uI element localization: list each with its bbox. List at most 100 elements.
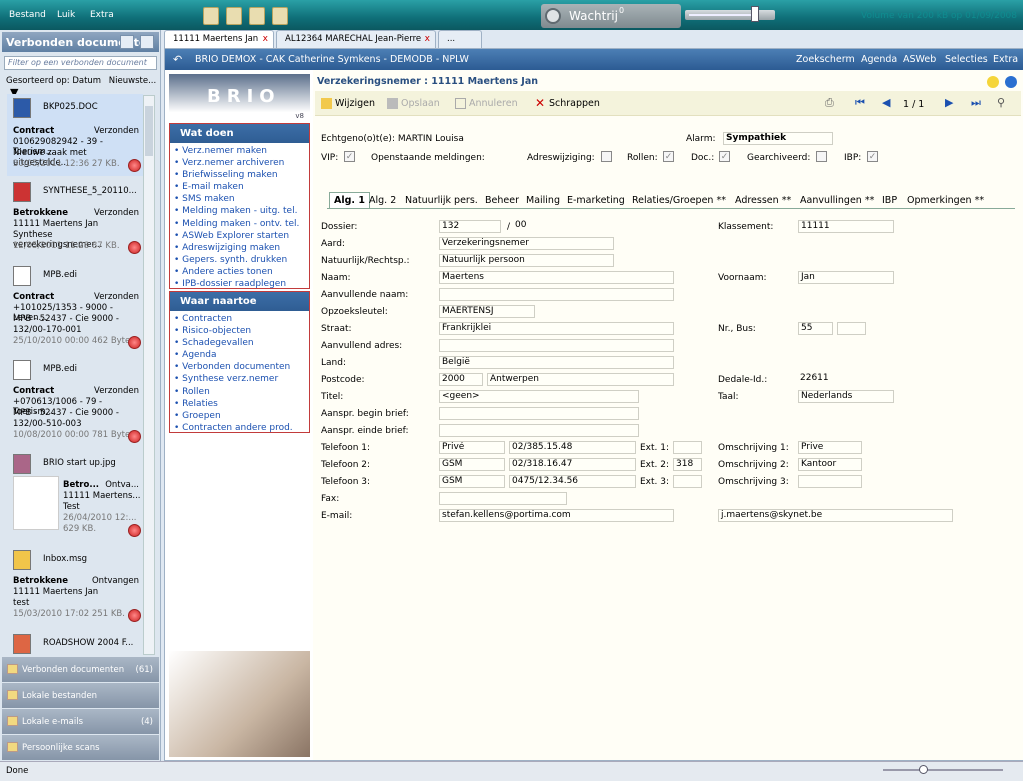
delete-button[interactable]: ✕ Schrappen: [535, 97, 600, 109]
dossier-suffix-field[interactable]: 00: [513, 220, 553, 233]
desc2-field[interactable]: Kantoor: [798, 458, 862, 471]
dedale-field[interactable]: 22611: [798, 373, 868, 386]
phone3-field[interactable]: 0475/12.34.56: [509, 475, 636, 488]
menu-luik[interactable]: Luik: [57, 10, 75, 20]
roles-checkbox[interactable]: ✓: [663, 151, 674, 162]
delete-icon[interactable]: [128, 159, 141, 172]
tab-alg1[interactable]: Alg. 1: [329, 192, 370, 208]
link-selecties[interactable]: Selecties: [945, 54, 988, 65]
action-link[interactable]: • IPB-dossier raadplegen: [174, 278, 305, 290]
vip-checkbox[interactable]: ✓: [344, 151, 355, 162]
name-field[interactable]: Maertens: [439, 271, 674, 284]
document-item[interactable]: SYNTHESE_5_20110... Betrokkene Verzonden…: [7, 178, 143, 258]
action-link[interactable]: • Gepers. synth. drukken: [174, 254, 305, 266]
options-icon[interactable]: [120, 35, 134, 49]
address-change-checkbox[interactable]: [601, 151, 612, 162]
search-icon[interactable]: ⚲: [997, 96, 1005, 109]
slider-knob[interactable]: [751, 6, 759, 22]
city-field[interactable]: Antwerpen: [487, 373, 674, 386]
search-key-field[interactable]: MAERTENSJ: [439, 305, 535, 318]
document-item[interactable]: MPB.edi Contract Verzonden +070613/1006 …: [7, 356, 143, 446]
nav-link[interactable]: • Synthese verz.nemer: [174, 373, 305, 385]
phone3-type-field[interactable]: GSM: [439, 475, 505, 488]
dossier-field[interactable]: 132: [439, 220, 501, 233]
help-icon[interactable]: [1005, 76, 1017, 88]
email-field[interactable]: stefan.kellens@portima.com: [439, 509, 674, 522]
phone2-field[interactable]: 02/318.16.47: [509, 458, 636, 471]
action-link[interactable]: • Adreswijziging maken: [174, 242, 305, 254]
tab-adressen[interactable]: Adressen **: [735, 195, 791, 206]
delete-icon[interactable]: [128, 336, 141, 349]
sort-direction[interactable]: Nieuwste...: [109, 76, 156, 86]
salutation-end-field[interactable]: [439, 424, 639, 437]
document-item[interactable]: BRIO start up.jpg Betro... Ontva... 1111…: [7, 450, 143, 542]
link-extra[interactable]: Extra: [993, 54, 1018, 65]
action-link[interactable]: • Verz.nemer archiveren: [174, 157, 305, 169]
tab-marechal[interactable]: AL12364 MARECHAL Jean-Pierre x: [276, 30, 436, 48]
action-link[interactable]: • Melding maken - ontv. tel.: [174, 218, 305, 230]
tab-aanvullingen[interactable]: Aanvullingen **: [800, 195, 874, 206]
house-number-field[interactable]: 55: [798, 322, 833, 335]
box-field[interactable]: [837, 322, 866, 335]
document-list-scrollbar[interactable]: [143, 95, 155, 655]
tab-more[interactable]: ...: [438, 30, 482, 48]
queue-button[interactable]: Wachtrij 0: [541, 4, 681, 28]
tab-relaties[interactable]: Relaties/Groepen **: [632, 195, 726, 206]
phone1-field[interactable]: 02/385.15.48: [509, 441, 636, 454]
fax-field[interactable]: [439, 492, 567, 505]
tab-alg2[interactable]: Alg. 2: [369, 195, 396, 206]
action-link[interactable]: • Melding maken - uitg. tel.: [174, 205, 305, 217]
first-page-icon[interactable]: ⏮: [855, 96, 865, 110]
person-type-field[interactable]: Natuurlijk persoon: [439, 254, 614, 267]
phone2-type-field[interactable]: GSM: [439, 458, 505, 471]
archived-checkbox[interactable]: [816, 151, 827, 162]
scan-icon[interactable]: [249, 7, 265, 25]
prev-page-icon[interactable]: ◀: [882, 96, 890, 109]
action-link[interactable]: • SMS maken: [174, 193, 305, 205]
nav-local-emails[interactable]: Lokale e-mails (4): [2, 709, 159, 734]
tab-maertens[interactable]: 11111 Maertens Jan x: [164, 30, 274, 48]
ext2-field[interactable]: 318: [673, 458, 702, 471]
document-item[interactable]: Inbox.msg Betrokkene Ontvangen 11111 Mae…: [7, 546, 143, 628]
delete-icon[interactable]: [128, 524, 141, 537]
classification-field[interactable]: 11111: [798, 220, 894, 233]
link-zoekscherm[interactable]: Zoekscherm: [796, 54, 855, 65]
ibp-checkbox[interactable]: ✓: [867, 151, 878, 162]
postcode-field[interactable]: 2000: [439, 373, 483, 386]
alarm-field[interactable]: Sympathiek: [723, 132, 833, 145]
nav-link[interactable]: • Schadegevallen: [174, 337, 305, 349]
title-field[interactable]: <geen>: [439, 390, 639, 403]
document-filter-input[interactable]: Filter op een verbonden document: [4, 56, 157, 70]
action-link[interactable]: • ASWeb Explorer starten: [174, 230, 305, 242]
nav-link[interactable]: • Verbonden documenten: [174, 361, 305, 373]
document-item[interactable]: MPB.edi Contract Verzonden +101025/1353 …: [7, 262, 143, 352]
nav-personal-scans[interactable]: Persoonlijke scans: [2, 735, 159, 760]
nav-link[interactable]: • Rollen: [174, 386, 305, 398]
exit-icon[interactable]: [203, 7, 219, 25]
language-field[interactable]: Nederlands: [798, 390, 894, 403]
last-page-icon[interactable]: ⏭: [971, 96, 981, 110]
zoom-slider[interactable]: [883, 765, 1003, 774]
country-field[interactable]: België: [439, 356, 674, 369]
type-field[interactable]: Verzekeringsnemer: [439, 237, 614, 250]
nav-linked-documents[interactable]: Verbonden documenten (61): [2, 657, 159, 682]
nav-link[interactable]: • Relaties: [174, 398, 305, 410]
tab-mailing[interactable]: Mailing: [526, 195, 560, 206]
back-icon[interactable]: ↶: [173, 53, 182, 66]
action-link[interactable]: • Verz.nemer maken: [174, 145, 305, 157]
tab-opmerkingen[interactable]: Opmerkingen **: [907, 195, 984, 206]
refresh-icon[interactable]: [140, 35, 154, 49]
menu-extra[interactable]: Extra: [90, 10, 114, 20]
action-link[interactable]: • Briefwisseling maken: [174, 169, 305, 181]
printer-icon[interactable]: [272, 7, 288, 25]
phone1-type-field[interactable]: Privé: [439, 441, 505, 454]
nav-link[interactable]: • Risico-objecten: [174, 325, 305, 337]
first-name-field[interactable]: Jan: [798, 271, 894, 284]
print-icon[interactable]: ⎙: [825, 96, 834, 110]
save-button[interactable]: Opslaan: [387, 98, 440, 109]
action-link[interactable]: • E-mail maken: [174, 181, 305, 193]
street-field[interactable]: Frankrijklei: [439, 322, 674, 335]
link-asweb[interactable]: ASWeb: [903, 54, 936, 65]
doc-checkbox[interactable]: ✓: [719, 151, 730, 162]
salutation-begin-field[interactable]: [439, 407, 639, 420]
